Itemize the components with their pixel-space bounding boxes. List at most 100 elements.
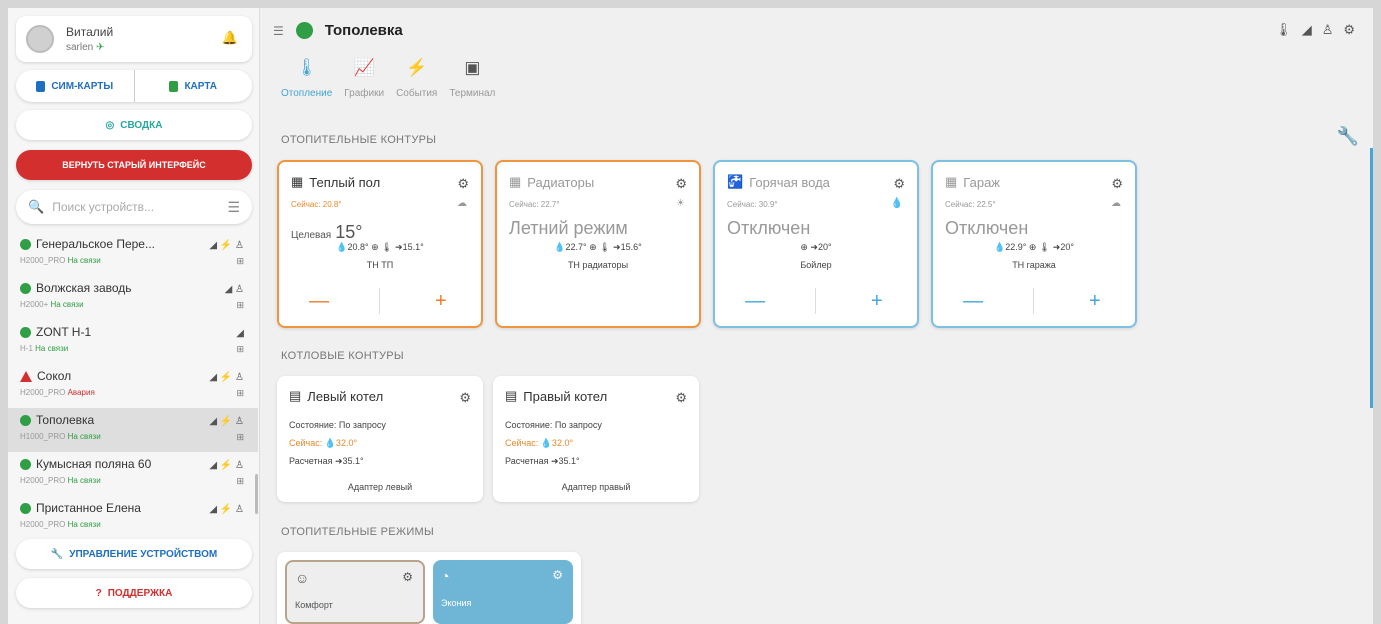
mode-label: Экония: [441, 598, 472, 608]
thermometer-status-icon: 🌡: [1275, 22, 1292, 37]
circuit-card-radiators[interactable]: ▦ Радиаторы ⚙ ☀ Сейчас: 22.7° Летний режи…: [495, 160, 701, 328]
minus-button[interactable]: —: [299, 290, 339, 313]
device-item[interactable]: Сокол H2000_PRO Авария ◢ ⚡ ♙ ⊞: [8, 364, 258, 408]
user-card[interactable]: Виталий sarlen ✈ 🔔: [16, 16, 252, 62]
search-input[interactable]: Поиск устройств...: [52, 200, 219, 214]
main-panel: ☰ Тополевка 🌡 ◢ ♙ ⚙ 🌡 Отопление 📈 Графики …: [261, 8, 1373, 624]
circuit-card-hot-water[interactable]: 🚰 Горячая вода ⚙ 💧 Сейчас: 30.9° Отключен…: [713, 160, 919, 328]
device-name: Пристанное Елена: [36, 501, 141, 515]
alarm-icon: [20, 370, 32, 382]
device-item[interactable]: Волжская заводь H2000+ На связи ◢ ♙ ⊞: [8, 276, 258, 320]
circuit-sensor: TH ТП: [366, 260, 394, 270]
device-model: H2000_PRO: [20, 520, 66, 529]
lock-icon: ⊞: [236, 256, 244, 266]
lightning-icon: ⚡: [406, 58, 428, 77]
sim-cards-button[interactable]: СИМ-КАРТЫ: [16, 70, 135, 102]
circuit-icon: ▦: [509, 174, 522, 189]
tab-heating[interactable]: 🌡 Отопление: [281, 58, 332, 99]
mode-comfort-button[interactable]: ☺ ⚙ Комфорт: [285, 560, 425, 624]
plus-button[interactable]: +: [1075, 290, 1115, 313]
boiler-now-value: Сейчас: 💧32.0°: [505, 438, 574, 448]
boiler-card-left[interactable]: ▤ Левый котел ⚙ Состояние: По запросу Сей…: [277, 376, 483, 502]
gear-icon[interactable]: ⚙: [675, 390, 687, 406]
device-item[interactable]: Генеральское Пере... H2000_PRO На связи …: [8, 232, 258, 276]
device-status: На связи: [50, 300, 84, 309]
user-name: Виталий: [66, 25, 114, 39]
section-heating-modes: ОТОПИТЕЛЬНЫЕ РЕЖИМЫ: [281, 526, 435, 538]
gear-icon[interactable]: ⚙: [1343, 22, 1355, 38]
device-item[interactable]: ZONT H-1 H-1 На связи ◢ ⊞: [8, 320, 258, 364]
right-scrollbar[interactable]: [1370, 148, 1373, 408]
old-interface-button[interactable]: ВЕРНУТЬ СТАРЫЙ ИНТЕРФЕЙС: [16, 150, 252, 180]
map-icon: [169, 80, 179, 92]
manage-device-button[interactable]: 🔧 УПРАВЛЕНИЕ УСТРОЙСТВОМ: [16, 539, 252, 569]
sim-map-group: СИМ-КАРТЫ КАРТА: [16, 70, 252, 102]
circuit-now: Сейчас: 22.7°: [509, 200, 560, 209]
signal-icon: ◢ ⚡ ♙: [209, 416, 244, 427]
stepper: — +: [933, 286, 1135, 316]
boiler-now-value: Сейчас: 💧32.0°: [289, 438, 358, 448]
summary-icon: ◎: [105, 119, 115, 131]
tab-events[interactable]: ⚡ События: [396, 58, 437, 99]
circuit-mode: Отключен: [727, 218, 811, 238]
target-label: Целевая: [291, 230, 332, 241]
wrench-icon[interactable]: 🔧: [1337, 126, 1359, 147]
tab-terminal[interactable]: ▣ Терминал: [449, 58, 495, 99]
map-label: КАРТА: [184, 80, 218, 92]
gear-icon[interactable]: ⚙: [675, 176, 687, 192]
boiler-card-right[interactable]: ▤ Правый котел ⚙ Состояние: По запросу Се…: [493, 376, 699, 502]
wrench-icon: 🔧: [50, 548, 64, 560]
circuit-card-garage[interactable]: ▦ Гараж ⚙ ☁ Сейчас: 22.5° Отключен 💧22.9°…: [931, 160, 1137, 328]
device-search[interactable]: 🔍 Поиск устройств... ☰: [16, 190, 252, 224]
sidebar-scrollbar[interactable]: [255, 474, 258, 514]
mode-economy-button[interactable]: ◔ ⚙ Экония: [433, 560, 573, 624]
tab-charts[interactable]: 📈 Графики: [344, 58, 384, 99]
device-name: Генеральское Пере...: [36, 237, 155, 251]
stepper: — +: [279, 286, 481, 316]
device-status: На связи: [67, 432, 101, 441]
device-status: На связи: [67, 520, 101, 529]
lock-icon: ⊞: [236, 388, 244, 398]
device-item[interactable]: Пристанное Елена H2000_PRO На связи ◢ ⚡ …: [8, 496, 258, 532]
status-dot-icon: [295, 22, 313, 39]
header-icons: 🌡 ◢ ♙ ⚙: [1275, 22, 1355, 38]
stepper: — +: [715, 286, 917, 316]
circuit-sensor: TH радиаторы: [567, 260, 629, 270]
plus-button[interactable]: +: [857, 290, 897, 313]
gear-icon[interactable]: ⚙: [459, 390, 471, 406]
header: ☰ Тополевка: [273, 22, 403, 39]
minus-button[interactable]: —: [735, 290, 775, 313]
device-item-active[interactable]: Тополевка H1000_PRO На связи ◢ ⚡ ♙ ⊞: [8, 408, 258, 452]
circuit-card-floor[interactable]: ▦ Теплый пол ⚙ ☁ Сейчас: 20.8° Целевая 15°…: [277, 160, 483, 328]
chart-icon: 📈: [353, 58, 375, 77]
gear-icon[interactable]: ⚙: [893, 176, 905, 192]
smile-icon: ☺: [295, 570, 310, 586]
boiler-title: Правый котел: [523, 388, 608, 404]
sun-icon: ☀: [676, 198, 685, 209]
gear-icon[interactable]: ⚙: [1111, 176, 1123, 192]
lock-icon: ⊞: [236, 432, 244, 442]
minus-button[interactable]: —: [953, 290, 993, 313]
filter-icon[interactable]: ☰: [227, 199, 240, 216]
section-boiler-circuits: КОТЛОВЫЕ КОНТУРЫ: [281, 350, 404, 362]
support-button[interactable]: ? ПОДДЕРЖКА: [16, 578, 252, 608]
lock-icon: ⊞: [236, 344, 244, 354]
avatar: [26, 25, 54, 53]
menu-icon[interactable]: ☰: [273, 24, 284, 38]
gear-icon[interactable]: ⚙: [402, 570, 413, 584]
circuit-target: Целевая 15°: [291, 222, 362, 243]
gear-icon[interactable]: ⚙: [552, 568, 563, 582]
bell-icon[interactable]: 🔔: [222, 30, 238, 46]
summary-button[interactable]: ◎ СВОДКА: [16, 110, 252, 140]
device-item[interactable]: Кумысная поляна 60 H2000_PRO На связи ◢ …: [8, 452, 258, 496]
map-button[interactable]: КАРТА: [135, 70, 253, 102]
plus-button[interactable]: +: [421, 290, 461, 313]
device-name: Волжская заводь: [36, 281, 132, 295]
signal-icon: ◢ ⚡ ♙: [209, 504, 244, 515]
device-list: Генеральское Пере... H2000_PRO На связи …: [8, 232, 258, 532]
tab-label: События: [396, 88, 438, 99]
boiler-calc: Расчетная ➜35.1°: [505, 456, 580, 466]
device-name: Сокол: [37, 369, 72, 383]
gear-icon[interactable]: ⚙: [457, 176, 469, 192]
lock-icon: ⊞: [236, 300, 244, 310]
